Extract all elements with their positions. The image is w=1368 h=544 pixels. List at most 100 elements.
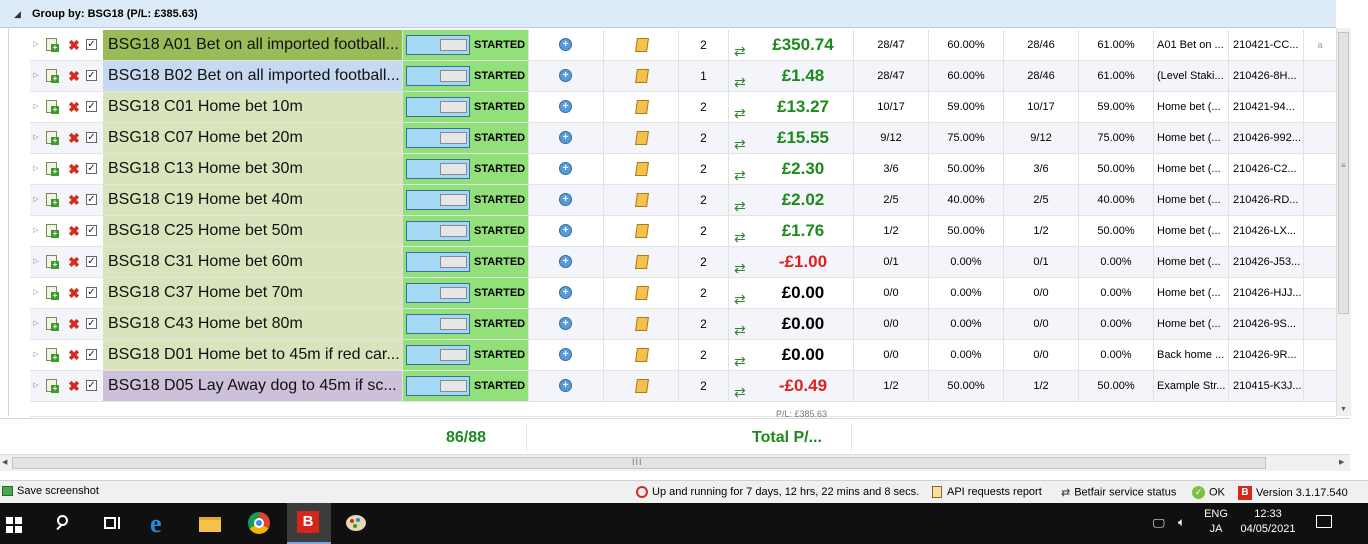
- add-market-icon[interactable]: +: [44, 371, 62, 401]
- edit-button[interactable]: [604, 61, 679, 91]
- strategy-name[interactable]: BSG18 D05 Lay Away dog to 45m if sc...: [103, 371, 403, 401]
- refresh-button[interactable]: ⇄: [729, 309, 753, 339]
- expand-row-icon[interactable]: ▷: [30, 247, 42, 277]
- toggle-switch[interactable]: [406, 376, 470, 396]
- add-market-icon[interactable]: +: [44, 247, 62, 277]
- edit-button[interactable]: [604, 92, 679, 122]
- paint-icon[interactable]: [344, 511, 370, 537]
- add-market-icon[interactable]: +: [44, 216, 62, 246]
- enable-checkbox[interactable]: ✓: [84, 309, 102, 339]
- toggle-switch[interactable]: [406, 190, 470, 210]
- table-row[interactable]: ▷ + ✖ ✓ BSG18 C37 Home bet 70m STARTED +2 ⇄ £0.0…: [30, 278, 1336, 309]
- expand-row-icon[interactable]: ▷: [30, 216, 42, 246]
- strategy-name[interactable]: BSG18 C01 Home bet 10m: [103, 92, 403, 122]
- status-toggle[interactable]: STARTED: [403, 216, 529, 246]
- refresh-button[interactable]: ⇄: [729, 216, 753, 246]
- betfair-service-status-button[interactable]: ⇄ Betfair service status: [1061, 486, 1176, 500]
- refresh-button[interactable]: ⇄: [729, 123, 753, 153]
- edit-pencil-icon[interactable]: [635, 162, 649, 176]
- expand-row-icon[interactable]: ▷: [30, 61, 42, 91]
- horizontal-scrollbar[interactable]: ◀ III ▶: [0, 454, 1350, 471]
- vertical-scrollbar[interactable]: ≡ ▼: [1336, 28, 1351, 416]
- plus-circle-icon[interactable]: +: [559, 286, 572, 299]
- toggle-switch[interactable]: [406, 345, 470, 365]
- add-market-icon[interactable]: +: [44, 340, 62, 370]
- table-row[interactable]: ▷ + ✖ ✓ BSG18 A01 Bet on all imported footba…: [30, 30, 1336, 61]
- add-market-icon[interactable]: +: [44, 154, 62, 184]
- refresh-icon[interactable]: ⇄: [734, 98, 746, 122]
- edit-pencil-icon[interactable]: [635, 317, 649, 331]
- edit-button[interactable]: [604, 154, 679, 184]
- expand-row-icon[interactable]: ▷: [30, 30, 42, 60]
- delete-icon[interactable]: ✖: [66, 92, 82, 122]
- toggle-switch[interactable]: [406, 97, 470, 117]
- strategy-name[interactable]: BSG18 B02 Bet on all imported football..…: [103, 61, 403, 91]
- enable-checkbox[interactable]: ✓: [84, 278, 102, 308]
- refresh-button[interactable]: ⇄: [729, 30, 753, 60]
- status-toggle[interactable]: STARTED: [403, 247, 529, 277]
- toggle-switch[interactable]: [406, 128, 470, 148]
- refresh-icon[interactable]: ⇄: [734, 284, 746, 308]
- edit-button[interactable]: [604, 371, 679, 401]
- api-requests-report-button[interactable]: API requests report: [932, 486, 1042, 499]
- add-market-icon[interactable]: +: [44, 61, 62, 91]
- strategy-name[interactable]: BSG18 D01 Home bet to 45m if red car...: [103, 340, 403, 370]
- table-row[interactable]: ▷ + ✖ ✓ BSG18 C07 Home bet 20m STARTED +2 ⇄ £15.…: [30, 123, 1336, 154]
- refresh-icon[interactable]: ⇄: [734, 222, 746, 246]
- network-icon[interactable]: 🖵: [1153, 516, 1165, 531]
- table-row[interactable]: ▷ + ✖ ✓ BSG18 C31 Home bet 60m STARTED +2 ⇄ -£1.…: [30, 247, 1336, 278]
- expand-row-icon[interactable]: ▷: [30, 154, 42, 184]
- delete-icon[interactable]: ✖: [66, 247, 82, 277]
- refresh-button[interactable]: ⇄: [729, 371, 753, 401]
- add-button[interactable]: +: [529, 309, 604, 339]
- table-row[interactable]: ▷ + ✖ ✓ BSG18 C13 Home bet 30m STARTED +2 ⇄ £2.3…: [30, 154, 1336, 185]
- strategy-name[interactable]: BSG18 C25 Home bet 50m: [103, 216, 403, 246]
- refresh-icon[interactable]: ⇄: [734, 253, 746, 277]
- toggle-switch[interactable]: [406, 159, 470, 179]
- plus-circle-icon[interactable]: +: [559, 69, 572, 82]
- refresh-icon[interactable]: ⇄: [734, 191, 746, 215]
- add-market-icon[interactable]: +: [44, 185, 62, 215]
- status-toggle[interactable]: STARTED: [403, 278, 529, 308]
- expand-row-icon[interactable]: ▷: [30, 185, 42, 215]
- add-button[interactable]: +: [529, 278, 604, 308]
- delete-icon[interactable]: ✖: [66, 340, 82, 370]
- enable-checkbox[interactable]: ✓: [84, 340, 102, 370]
- plus-circle-icon[interactable]: +: [559, 100, 572, 113]
- delete-icon[interactable]: ✖: [66, 30, 82, 60]
- plus-circle-icon[interactable]: +: [559, 162, 572, 175]
- edit-pencil-icon[interactable]: [635, 69, 649, 83]
- expand-row-icon[interactable]: ▷: [30, 92, 42, 122]
- expand-row-icon[interactable]: ▷: [30, 340, 42, 370]
- strategy-name[interactable]: BSG18 C37 Home bet 70m: [103, 278, 403, 308]
- strategy-name[interactable]: BSG18 C19 Home bet 40m: [103, 185, 403, 215]
- toggle-switch[interactable]: [406, 221, 470, 241]
- strategy-name[interactable]: BSG18 C31 Home bet 60m: [103, 247, 403, 277]
- group-header[interactable]: ◢ Group by: BSG18 (P/L: £385.63): [0, 0, 1336, 28]
- delete-icon[interactable]: ✖: [66, 185, 82, 215]
- table-row[interactable]: ▷ + ✖ ✓ BSG18 C19 Home bet 40m STARTED +2 ⇄ £2.0…: [30, 185, 1336, 216]
- add-button[interactable]: +: [529, 61, 604, 91]
- status-toggle[interactable]: STARTED: [403, 123, 529, 153]
- edit-button[interactable]: [604, 340, 679, 370]
- toggle-switch[interactable]: [406, 252, 470, 272]
- scroll-down-arrow-icon[interactable]: ▼: [1340, 406, 1347, 413]
- plus-circle-icon[interactable]: +: [559, 348, 572, 361]
- refresh-icon[interactable]: ⇄: [734, 315, 746, 339]
- strategy-name[interactable]: BSG18 C07 Home bet 20m: [103, 123, 403, 153]
- search-icon[interactable]: [52, 511, 78, 537]
- add-market-icon[interactable]: +: [44, 30, 62, 60]
- expand-row-icon[interactable]: ▷: [30, 371, 42, 401]
- enable-checkbox[interactable]: ✓: [84, 247, 102, 277]
- table-row[interactable]: ▷ + ✖ ✓ BSG18 C43 Home bet 80m STARTED +2 ⇄ £0.0…: [30, 309, 1336, 340]
- refresh-button[interactable]: ⇄: [729, 278, 753, 308]
- enable-checkbox[interactable]: ✓: [84, 123, 102, 153]
- plus-circle-icon[interactable]: +: [559, 255, 572, 268]
- status-toggle[interactable]: STARTED: [403, 185, 529, 215]
- refresh-button[interactable]: ⇄: [729, 340, 753, 370]
- plus-circle-icon[interactable]: +: [559, 131, 572, 144]
- table-row[interactable]: ▷ + ✖ ✓ BSG18 D05 Lay Away dog to 45m if sc.…: [30, 371, 1336, 402]
- delete-icon[interactable]: ✖: [66, 123, 82, 153]
- refresh-button[interactable]: ⇄: [729, 247, 753, 277]
- delete-icon[interactable]: ✖: [66, 278, 82, 308]
